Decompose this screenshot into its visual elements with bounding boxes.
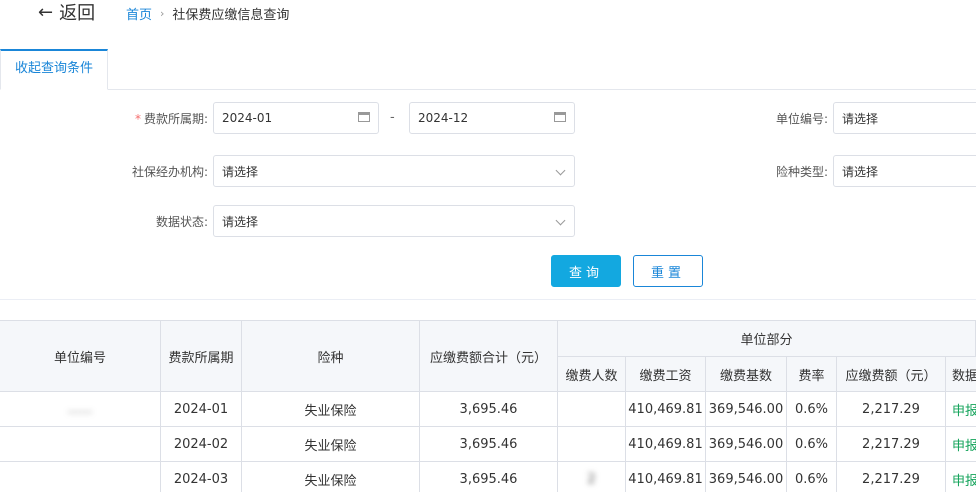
status-select[interactable]: 请选择: [213, 205, 575, 237]
back-arrow-icon: ←: [38, 1, 54, 23]
cell-insurance: 失业保险: [242, 392, 420, 427]
cell-rate: 0.6%: [787, 462, 837, 492]
cell-insurance: 失业保险: [242, 462, 420, 492]
insurance-type-placeholder: 请选择: [842, 164, 879, 179]
cell-wage: 410,469.81: [626, 392, 706, 427]
cell-payers: 2: [558, 462, 626, 492]
cell-base: 369,546.00: [706, 392, 787, 427]
period-start-value: 2024-01: [222, 111, 273, 125]
calendar-icon: [554, 112, 566, 122]
cell-amount: 2,217.29: [837, 462, 946, 492]
col-header-base[interactable]: 缴费基数: [706, 357, 787, 392]
cell-amount: 2,217.29: [837, 427, 946, 462]
col-header-insurance[interactable]: 险种: [242, 321, 420, 392]
query-button[interactable]: 查询: [551, 255, 621, 287]
period-end-value: 2024-12: [418, 111, 469, 125]
back-label: 返回: [59, 3, 96, 24]
cell-period: 2024-03: [161, 462, 242, 492]
cell-status-link[interactable]: 申报: [946, 427, 976, 462]
cell-total: 3,695.46: [420, 427, 558, 462]
cell-insurance: 失业保险: [242, 427, 420, 462]
cell-unit-code-value: ......: [67, 401, 93, 417]
cell-unit-code: [0, 462, 161, 492]
agency-placeholder: 请选择: [222, 164, 259, 179]
breadcrumb-current: 社保费应缴信息查询: [172, 8, 290, 23]
calendar-icon: [358, 112, 370, 122]
cell-wage: 410,469.81: [626, 427, 706, 462]
status-placeholder: 请选择: [222, 214, 259, 229]
unit-code-placeholder: 请选择: [842, 111, 879, 126]
col-header-wage[interactable]: 缴费工资: [626, 357, 706, 392]
col-header-total[interactable]: 应缴费额合计（元）: [420, 321, 558, 392]
cell-unit-code: [0, 427, 161, 462]
col-header-unit-part: 单位部分: [558, 321, 976, 357]
cell-payers: [558, 392, 626, 427]
col-header-payers[interactable]: 缴费人数: [558, 357, 626, 392]
chevron-down-icon: [555, 165, 566, 176]
cell-period: 2024-02: [161, 427, 242, 462]
results-table: 单位编号 费款所属期 险种 应缴费额合计（元） 单位部分 缴费人数 缴费工资 缴…: [0, 320, 976, 492]
cell-status-link[interactable]: 申报: [946, 462, 976, 492]
cell-rate: 0.6%: [787, 392, 837, 427]
cell-total: 3,695.46: [420, 462, 558, 492]
cell-payers-value: 2: [587, 471, 596, 487]
breadcrumb-home-link[interactable]: 首页: [126, 4, 152, 23]
col-header-status[interactable]: 数据: [946, 357, 976, 392]
chevron-down-icon: [555, 215, 566, 226]
breadcrumb-chevron-icon: ›: [160, 7, 165, 20]
cell-status-link[interactable]: 申报: [946, 392, 976, 427]
required-mark: *: [134, 112, 141, 126]
back-button[interactable]: ← 返回: [38, 0, 96, 25]
cell-payers: [558, 427, 626, 462]
unit-code-label: 单位编号:: [775, 112, 828, 126]
cell-rate: 0.6%: [787, 427, 837, 462]
period-start-input[interactable]: 2024-01: [213, 102, 379, 134]
breadcrumb: 首页 › 社保费应缴信息查询: [126, 4, 289, 23]
section-divider: [0, 299, 976, 300]
tab-bar-line: [0, 89, 976, 90]
cell-total: 3,695.46: [420, 392, 558, 427]
cell-unit-code: ......: [0, 392, 161, 427]
period-label-text: 费款所属期:: [143, 112, 208, 126]
cell-wage: 410,469.81: [626, 462, 706, 492]
reset-button[interactable]: 重置: [633, 255, 703, 287]
col-header-period[interactable]: 费款所属期: [161, 321, 242, 392]
agency-select[interactable]: 请选择: [213, 155, 575, 187]
period-label: * 费款所属期:: [110, 110, 208, 127]
unit-code-select[interactable]: 请选择: [833, 102, 976, 134]
period-separator: -: [390, 110, 395, 125]
col-header-amount[interactable]: 应缴费额（元）: [837, 357, 946, 392]
col-header-unit-code[interactable]: 单位编号: [0, 321, 161, 392]
cell-base: 369,546.00: [706, 462, 787, 492]
period-end-input[interactable]: 2024-12: [409, 102, 575, 134]
cell-period: 2024-01: [161, 392, 242, 427]
cell-amount: 2,217.29: [837, 392, 946, 427]
cell-base: 369,546.00: [706, 427, 787, 462]
insurance-type-select[interactable]: 请选择: [833, 155, 976, 187]
tab-collapse-query[interactable]: 收起查询条件: [0, 49, 108, 90]
status-label: 数据状态:: [155, 215, 208, 229]
col-header-rate[interactable]: 费率: [787, 357, 837, 392]
insurance-type-label: 险种类型:: [775, 165, 828, 179]
agency-label: 社保经办机构:: [131, 165, 208, 179]
